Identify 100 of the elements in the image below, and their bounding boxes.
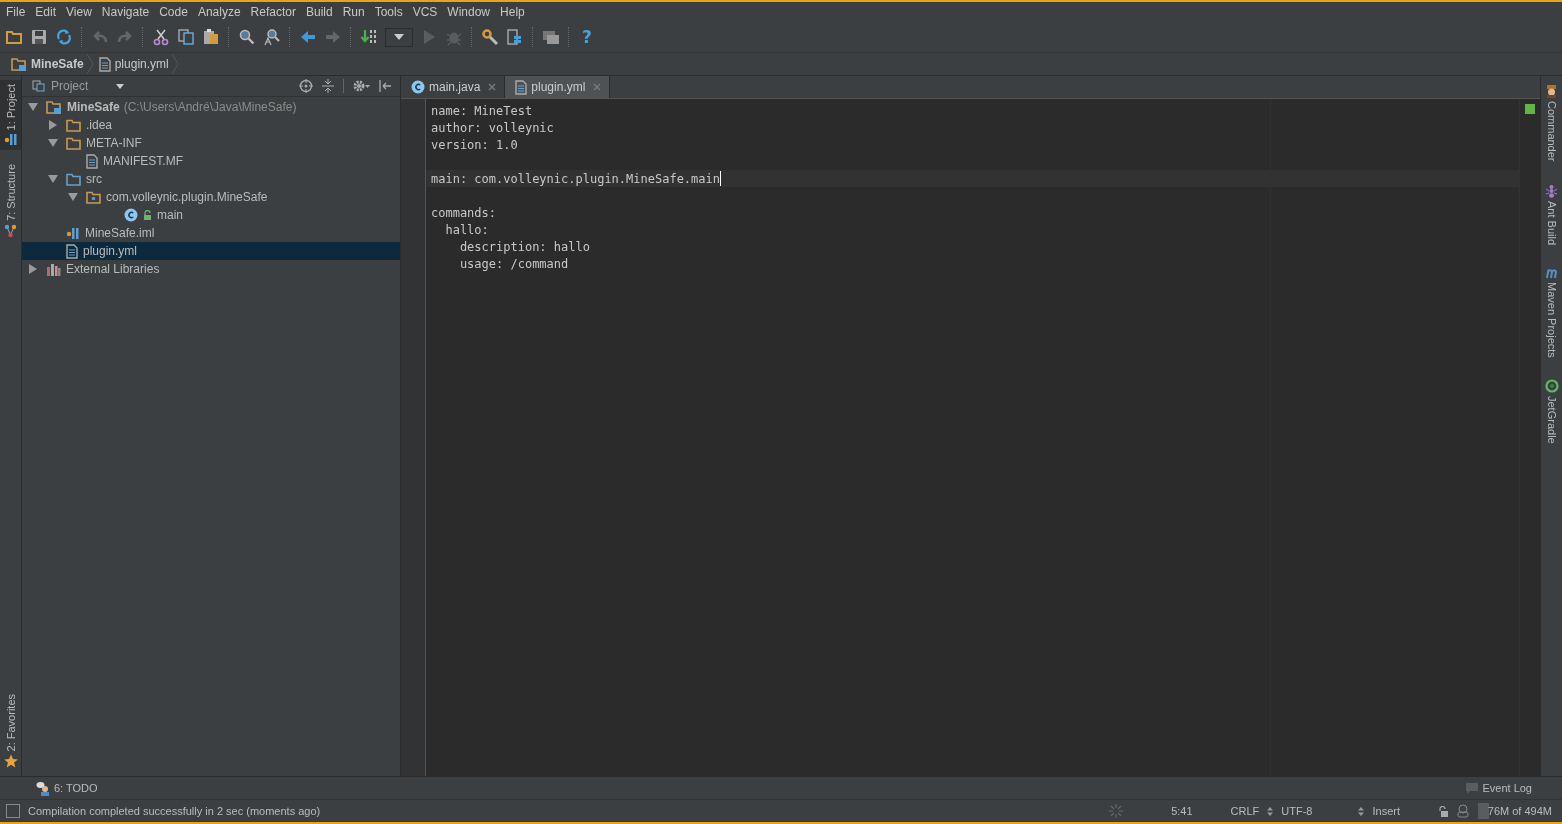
close-icon[interactable] [488, 83, 497, 91]
menu-item[interactable]: Window [442, 5, 496, 19]
status-message: Compilation completed successfully in 2 sec (moments ago) [28, 805, 321, 817]
line-separator-selector[interactable]: CRLF [1230, 805, 1260, 817]
menu-item[interactable]: Code [154, 5, 193, 19]
search-icon[interactable] [238, 28, 256, 46]
view-dropdown[interactable]: Project [32, 79, 124, 93]
make-icon[interactable] [360, 28, 378, 46]
expanded-arrow-icon[interactable] [48, 174, 58, 184]
tool-window-button[interactable]: Maven Projects [1544, 266, 1559, 358]
menu-item[interactable]: Analyze [192, 5, 246, 19]
scissors-icon[interactable] [152, 28, 170, 46]
settings-icon[interactable] [352, 79, 370, 93]
sync-icon[interactable] [55, 28, 73, 46]
replace-icon[interactable] [263, 28, 281, 46]
menu-item[interactable]: View [61, 5, 97, 19]
code-line: usage: /command [458, 256, 569, 271]
file-icon [66, 243, 78, 259]
chevron-icon [86, 54, 94, 74]
grid-icon[interactable] [506, 28, 524, 46]
class-icon [124, 208, 138, 222]
tree-item[interactable]: main [22, 206, 400, 224]
project-folder-icon [11, 57, 27, 71]
run-configuration-dropdown[interactable] [385, 27, 413, 47]
menu-item[interactable]: Edit [30, 5, 62, 19]
caret-icon [394, 34, 404, 40]
tree-item[interactable]: .idea [22, 116, 400, 134]
code-line: main: com.volleynic.plugin.MineSafe.main [431, 171, 720, 186]
file-icon [98, 56, 111, 72]
class-icon [411, 80, 425, 94]
file-icon [86, 153, 98, 169]
tree-item[interactable]: src [22, 170, 400, 188]
editor-tab[interactable]: plugin.yml [505, 76, 611, 98]
code-line: commands: [431, 205, 497, 220]
settings-icon[interactable] [481, 28, 499, 46]
speech-bubble-icon [1465, 781, 1480, 795]
tool-window-button[interactable]: 1: Project [0, 80, 21, 151]
code-line: version: 1.0 [431, 137, 518, 152]
tool-window-button[interactable]: JetGradle [1544, 379, 1559, 445]
copy-icon[interactable] [177, 28, 195, 46]
inspector-icon[interactable] [1456, 804, 1470, 818]
event-log-button[interactable]: Event Log [1465, 781, 1532, 795]
expanded-arrow-icon[interactable] [48, 138, 58, 148]
tree-item[interactable]: MineSafe.iml [22, 224, 400, 242]
encoding-selector[interactable]: UTF-8 [1281, 805, 1313, 817]
tree-item[interactable]: META-INF [22, 134, 400, 152]
code-line: description: hallo [458, 239, 590, 254]
chevron-icon [171, 54, 179, 74]
menu-item[interactable]: Build [300, 5, 338, 19]
tree-item[interactable]: MANIFEST.MF [22, 152, 400, 170]
tree-item[interactable]: External Libraries [22, 260, 400, 278]
ant-icon [1545, 183, 1558, 198]
tree-item[interactable]: plugin.yml [22, 242, 400, 260]
expanded-arrow-icon[interactable] [68, 192, 78, 202]
insert-mode[interactable]: Insert [1372, 805, 1400, 817]
lock-icon[interactable] [1438, 805, 1448, 817]
paste-icon[interactable] [202, 28, 220, 46]
caret-icon [116, 83, 124, 89]
menu-item[interactable]: Navigate [96, 5, 155, 19]
windows-icon [32, 80, 46, 92]
tool-window-button[interactable]: 2: Favorites [0, 689, 21, 772]
help-button[interactable]: ? [578, 27, 596, 47]
back-arrow-icon[interactable] [299, 28, 317, 46]
breadcrumb[interactable]: plugin.yml [95, 56, 172, 72]
window-icon[interactable] [542, 28, 560, 46]
unlocked-icon [143, 210, 152, 220]
tool-window-button[interactable]: Ant Build [1545, 183, 1558, 245]
up-down-icon[interactable] [1358, 806, 1365, 816]
expanded-arrow-icon[interactable] [28, 102, 38, 112]
caret-position[interactable]: 5:41 [1171, 805, 1193, 817]
spinner-icon [1109, 804, 1124, 818]
structure-icon [4, 224, 17, 239]
locate-icon[interactable] [299, 79, 313, 93]
menu-item[interactable]: Run [337, 5, 370, 19]
project-folder-icon [46, 100, 62, 114]
menu-item[interactable]: File [1, 5, 31, 19]
memory-indicator[interactable]: 76M of 494M [1478, 803, 1554, 819]
status-marker [1525, 104, 1535, 114]
collapse-all-icon[interactable] [321, 79, 335, 93]
gradle-icon [1544, 379, 1559, 394]
save-icon[interactable] [30, 28, 48, 46]
tree-item[interactable]: com.volleynic.plugin.MineSafe [22, 188, 400, 206]
menu-item[interactable]: VCS [407, 5, 443, 19]
tool-window-button[interactable]: 6: TODO [36, 780, 98, 796]
collapsed-arrow-icon[interactable] [48, 120, 58, 130]
collapsed-arrow-icon[interactable] [28, 264, 38, 274]
tool-window-button[interactable]: 7: Structure [0, 160, 21, 243]
menu-item[interactable]: Help [495, 5, 530, 19]
hide-icon[interactable] [378, 79, 392, 93]
tree-item[interactable]: MineSafe (C:\Users\André\Java\MineSafe) [22, 98, 400, 116]
up-down-icon[interactable] [1267, 806, 1274, 816]
folder-icon [66, 172, 81, 186]
module-icon [3, 133, 18, 147]
library-icon [46, 262, 61, 276]
tool-window-button[interactable]: Commander [1545, 84, 1558, 162]
panel-toggle-icon[interactable] [6, 804, 20, 818]
menu-item[interactable]: Tools [369, 5, 408, 19]
folder-icon[interactable] [5, 28, 23, 46]
menu-item[interactable]: Refactor [245, 5, 301, 19]
breadcrumb[interactable]: MineSafe [8, 57, 87, 71]
